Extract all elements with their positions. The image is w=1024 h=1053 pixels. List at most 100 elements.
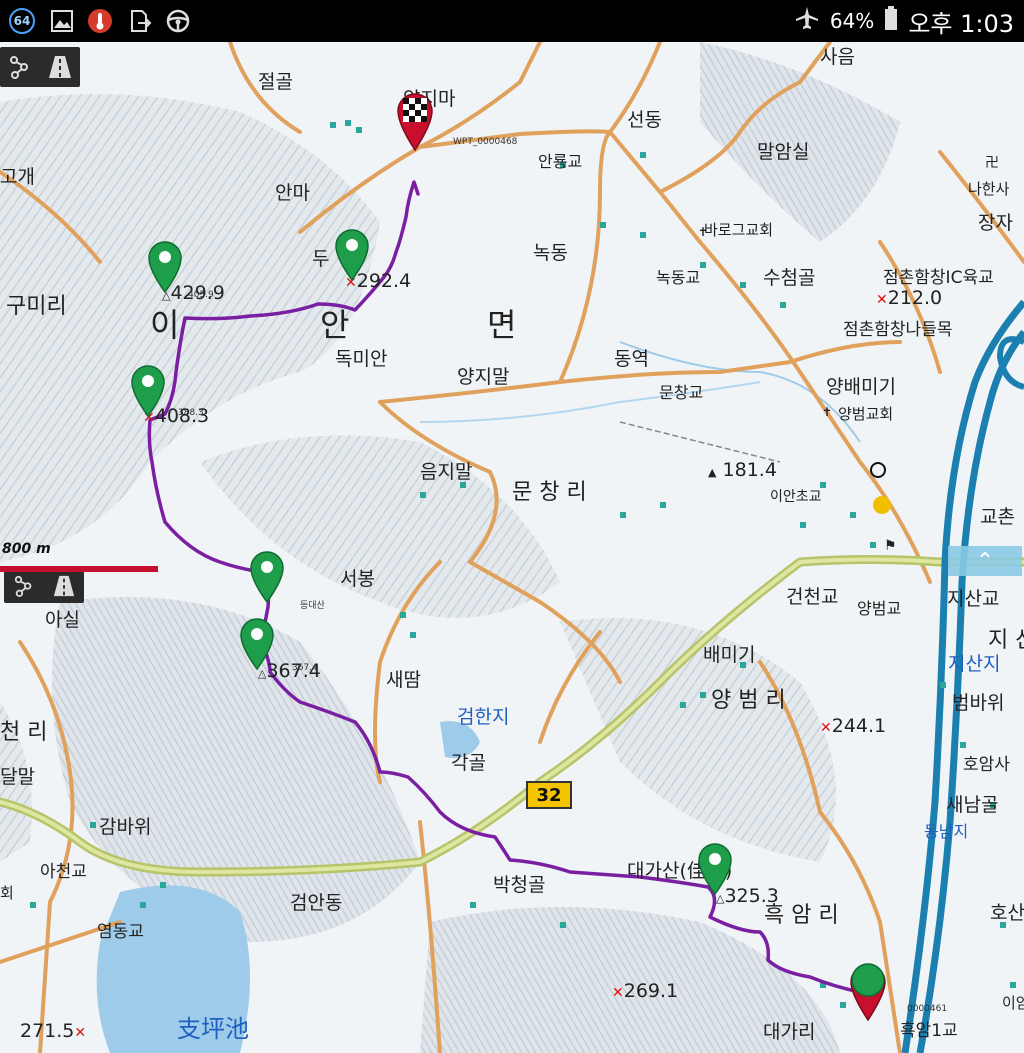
place-label: 문창교	[659, 383, 704, 402]
clock: 오후 1:03	[908, 9, 1014, 38]
elevation-label: ✕269.1	[612, 980, 679, 1002]
place-label: 음지말	[420, 461, 473, 483]
flag-icon: ⚑	[884, 538, 897, 554]
road-button[interactable]	[40, 47, 80, 87]
elevation-label: ▲ 181.4	[708, 459, 777, 481]
place-label: 새땀	[386, 669, 421, 691]
waypoint-marker[interactable]	[237, 617, 277, 671]
water-label: 검한지	[457, 706, 510, 728]
place-label: 말암실	[757, 141, 810, 163]
route-nodes-icon	[14, 575, 32, 597]
place-label: 건천교	[786, 586, 839, 608]
map-view[interactable]: 절골 양지마 사음 선동 말암실 WPT_0000468 안룡교 고개 卍 나한…	[0, 42, 1024, 1053]
place-label: 동역	[614, 348, 649, 370]
place-label: 배미기	[703, 644, 756, 666]
steering-wheel-icon	[164, 7, 192, 35]
place-label: 사음	[820, 46, 855, 68]
place-label: 서봉	[340, 568, 375, 590]
district-label: 안	[320, 306, 354, 344]
route-nodes-button[interactable]	[0, 47, 40, 87]
place-label: 안마	[275, 182, 310, 204]
place-label: 호산	[990, 902, 1024, 924]
waypoint-label: 405.9	[188, 290, 214, 300]
place-label: 양범교회	[838, 405, 894, 423]
district-label: 면	[487, 306, 521, 344]
battery-percentage: 64%	[829, 9, 875, 33]
place-label: 녹동	[533, 242, 568, 264]
place-label: 두	[312, 248, 330, 270]
spot-height-x-icon: ✕	[876, 292, 888, 308]
thermometer-icon	[86, 7, 114, 35]
place-label: 호암사	[963, 755, 1010, 775]
waypoint-marker[interactable]	[128, 364, 168, 418]
place-label: 지산교	[947, 588, 1000, 610]
map-controls-top	[0, 47, 80, 87]
church-cross-icon: ✝	[822, 405, 833, 419]
route-nodes-button[interactable]	[4, 569, 44, 603]
elevation-label: ✕212.0	[876, 287, 943, 309]
place-label: 박청골	[493, 874, 546, 896]
status-right: 64% 오후 1:03	[794, 0, 1014, 42]
elevation-label: 271.5✕	[20, 1020, 87, 1042]
elevation-label: ✕244.1	[820, 715, 887, 737]
spot-height-x-icon: ✕	[820, 720, 832, 736]
scale-label: 800 m	[2, 541, 51, 557]
map-base	[0, 42, 1024, 1053]
waypoint-label: 367.4	[292, 663, 318, 673]
place-label: 이안초교	[770, 489, 822, 505]
place-label: 각골	[451, 752, 486, 774]
finish-flag-marker[interactable]	[394, 90, 436, 152]
notification-64-icon: 64	[8, 7, 36, 35]
school-icon	[873, 496, 891, 514]
file-share-icon	[126, 7, 154, 35]
place-label: 나한사	[968, 180, 1010, 198]
notification-badge: 64	[9, 8, 35, 34]
place-label: 독미안	[335, 348, 388, 370]
place-label: 천 리	[0, 720, 48, 745]
place-label: 수첨골	[763, 267, 816, 289]
place-label: 점촌함창IC육교	[883, 268, 994, 288]
poi-circle-icon	[870, 462, 886, 478]
airplane-mode-icon	[794, 5, 820, 37]
water-label: 지산지	[948, 653, 1001, 675]
expand-panel-button[interactable]: ⌃	[948, 546, 1022, 576]
road-button[interactable]	[44, 569, 84, 603]
battery-icon	[884, 6, 898, 36]
place-label: 회	[0, 884, 14, 902]
waypoint-label: WPT_0000468	[453, 137, 518, 147]
place-label: 등대산	[300, 601, 325, 611]
place-label: 점촌함창나들목	[843, 320, 953, 340]
chevron-up-icon: ⌃	[975, 548, 995, 574]
church-icon: 卍	[985, 155, 999, 171]
place-label: 이암	[1002, 994, 1024, 1012]
waypoint-marker[interactable]	[247, 550, 287, 604]
place-label: 구미리	[6, 294, 67, 319]
place-label: 양범교	[857, 599, 902, 618]
place-label: 감바위	[99, 816, 152, 838]
route-32-shield: 32	[526, 781, 572, 809]
spot-height-x-icon: ✕	[612, 985, 624, 1001]
place-label: 흑암1교	[900, 1021, 958, 1041]
scale-bar	[0, 566, 158, 572]
peak-triangle-icon: ▲	[708, 466, 717, 479]
waypoint-label: 388.3	[178, 408, 204, 418]
status-bar: 64 64% 오후 1:03	[0, 0, 1024, 42]
place-label: 절골	[258, 71, 293, 93]
waypoint-label: 0000461	[907, 1004, 948, 1014]
place-label: 대가리	[763, 1021, 816, 1043]
district-label: 이	[150, 306, 184, 344]
place-label: 범바위	[952, 692, 1005, 714]
place-label: 장자	[978, 212, 1013, 234]
waypoint-marker[interactable]	[332, 228, 372, 282]
place-label: 문 창 리	[512, 480, 587, 505]
place-label: 고개	[0, 166, 35, 188]
place-label: 양 범 리	[711, 688, 786, 713]
place-label: 선동	[627, 109, 662, 131]
place-label: 양지말	[457, 366, 510, 388]
map-controls-bottom	[4, 569, 84, 603]
spot-height-x-icon: ✕	[74, 1025, 87, 1041]
waypoint-marker[interactable]	[695, 842, 735, 896]
start-marker[interactable]	[846, 960, 890, 1022]
place-label: 바로그교회	[704, 221, 774, 239]
waypoint-marker[interactable]	[145, 240, 185, 294]
